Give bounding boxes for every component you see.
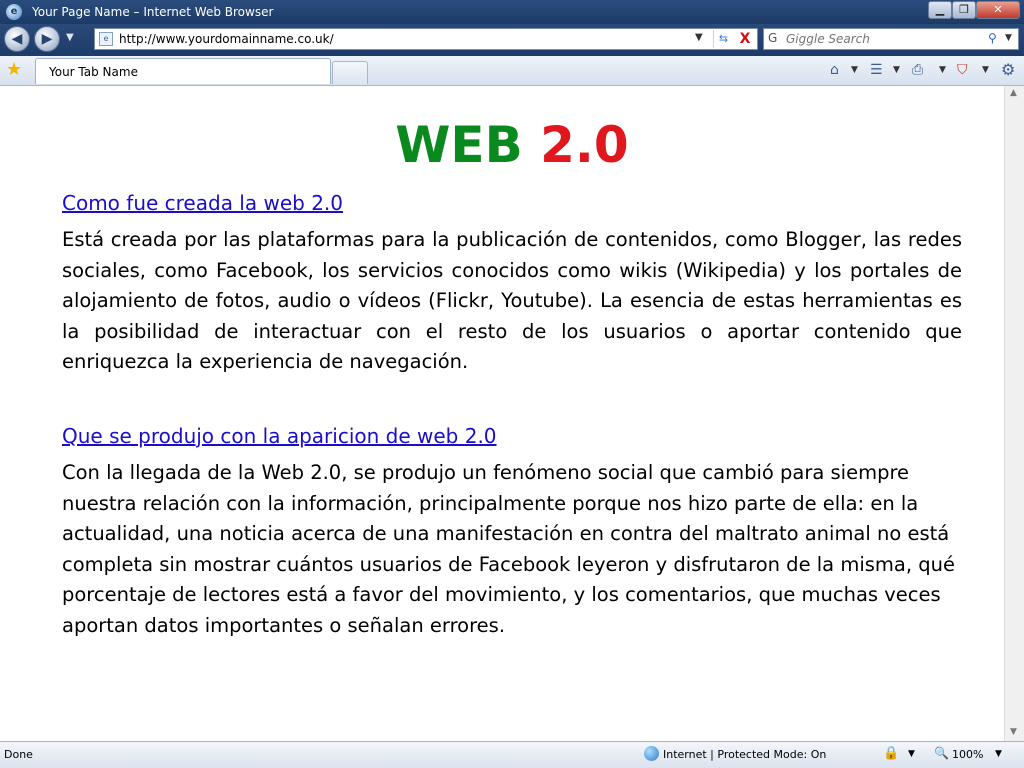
zoom-icon[interactable]: 🔍 xyxy=(934,746,949,760)
home-dropdown-icon[interactable]: ▼ xyxy=(851,65,858,75)
scroll-up-icon[interactable]: ▲ xyxy=(1010,88,1017,98)
internet-zone-globe-icon xyxy=(644,746,659,761)
back-button[interactable]: ◀ xyxy=(4,26,30,52)
page-title-version: 2.0 xyxy=(540,116,629,174)
section2-paragraph: Con la llegada de la Web 2.0, se produjo… xyxy=(62,461,955,637)
safety-dropdown-icon[interactable]: ▼ xyxy=(982,65,989,75)
safety-shield-icon[interactable]: ⛉ xyxy=(957,62,968,78)
tab-label: Your Tab Name xyxy=(49,65,138,79)
security-zone-text[interactable]: Internet | Protected Mode: On xyxy=(663,748,826,761)
stop-button[interactable]: X xyxy=(735,30,755,48)
forward-button[interactable]: ▶ xyxy=(34,26,60,52)
section2-link[interactable]: Que se produjo con la aparicion de web 2… xyxy=(62,423,497,449)
address-bar: e ▼ ⇆ X xyxy=(94,28,758,50)
search-provider-icon: G xyxy=(768,31,778,45)
page-title: WEB 2.0 xyxy=(0,116,1004,174)
close-window-button[interactable]: ✕ xyxy=(976,1,1020,19)
vertical-scrollbar[interactable]: ▲ ▼ xyxy=(1004,86,1024,741)
zoom-dropdown-icon[interactable]: ▼ xyxy=(995,749,1002,759)
section1-paragraph: Está creada por las plataformas para la … xyxy=(62,228,962,374)
address-input[interactable] xyxy=(119,31,679,47)
scroll-down-icon[interactable]: ▼ xyxy=(1010,727,1017,737)
search-box: G ⚲ ▼ xyxy=(763,28,1019,50)
page-content: WEB 2.0 Como fue creada la web 2.0 Está … xyxy=(0,86,1004,741)
feeds-dropdown-icon[interactable]: ▼ xyxy=(893,65,900,75)
page-title-web: WEB xyxy=(395,116,523,174)
search-options-dropdown-icon[interactable]: ▼ xyxy=(1005,33,1012,43)
print-dropdown-icon[interactable]: ▼ xyxy=(939,65,946,75)
history-dropdown-icon[interactable]: ▼ xyxy=(66,32,74,43)
maximize-button[interactable]: ❐ xyxy=(952,1,976,19)
status-dropdown-icon[interactable]: ▼ xyxy=(908,749,915,759)
tab-bar: ★ Your Tab Name ⌂ ▼ ☰ ▼ ⎙ ▼ ⛉ ▼ ⚙ xyxy=(0,56,1024,86)
refresh-button[interactable]: ⇆ xyxy=(713,30,733,48)
status-text: Done xyxy=(4,748,33,761)
new-tab-button[interactable] xyxy=(332,61,368,84)
minimize-button[interactable]: ▁ xyxy=(928,1,952,19)
section1-link[interactable]: Como fue creada la web 2.0 xyxy=(62,190,343,216)
favorites-star-icon[interactable]: ★ xyxy=(6,60,22,80)
protected-mode-lock-icon[interactable]: 🔒 xyxy=(883,746,899,761)
home-icon[interactable]: ⌂ xyxy=(830,62,839,78)
search-input[interactable] xyxy=(786,31,976,47)
navigation-bar: ◀ ▶ ▼ e ▼ ⇆ X G ⚲ ▼ xyxy=(0,24,1024,56)
tab-active[interactable]: Your Tab Name xyxy=(35,58,331,84)
search-icon[interactable]: ⚲ xyxy=(988,31,997,45)
status-bar: Done Internet | Protected Mode: On 🔒 ▼ 🔍… xyxy=(0,741,1024,768)
zoom-level[interactable]: 100% xyxy=(952,748,983,761)
address-dropdown-icon[interactable]: ▼ xyxy=(695,32,703,43)
window-titlebar: e Your Page Name – Internet Web Browser … xyxy=(0,0,1024,24)
tools-gear-icon[interactable]: ⚙ xyxy=(1001,62,1015,78)
feeds-icon[interactable]: ☰ xyxy=(870,62,883,78)
print-icon[interactable]: ⎙ xyxy=(912,62,923,78)
page-favicon-icon: e xyxy=(99,32,113,46)
browser-logo-icon: e xyxy=(6,4,22,20)
window-title: Your Page Name – Internet Web Browser xyxy=(32,5,274,19)
